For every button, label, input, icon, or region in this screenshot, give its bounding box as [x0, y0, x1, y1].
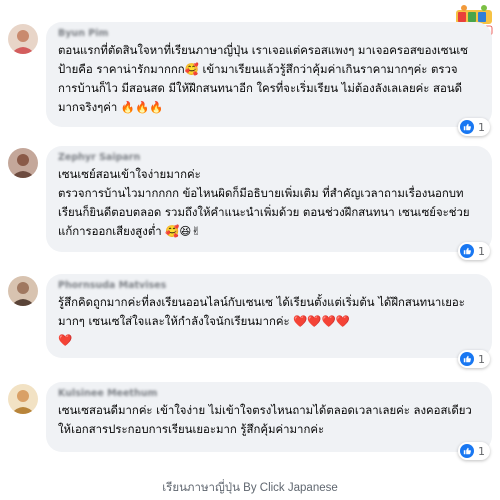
commenter-name[interactable]: Kulsinee Meethum [58, 387, 480, 400]
reaction-badge[interactable]: 1 [458, 442, 490, 460]
reaction-count: 1 [478, 444, 485, 458]
commenter-name[interactable]: Zephyr Saiparn [58, 151, 480, 164]
reaction-count: 1 [478, 120, 485, 134]
comment-bubble: Kulsinee Meethum เซนเซสอนดีมากค่ะ เข้าใจ… [46, 382, 492, 452]
commenter-name[interactable]: Byun Pim [58, 27, 480, 40]
comment-text: เซนเซสอนดีมากค่ะ เข้าใจง่าย ไม่เข้าใจตรง… [58, 403, 476, 436]
comment-bubble: Byun Pim ตอนแรกที่ตัดสินใจหาที่เรียนภาษา… [46, 22, 492, 127]
avatar[interactable] [8, 276, 38, 306]
like-icon [460, 444, 474, 458]
like-icon [460, 244, 474, 258]
comment-bubble: Phornsuda Matvises รู้สึกคิดถูกมากค่ะที่… [46, 274, 492, 358]
reaction-count: 1 [478, 352, 485, 366]
avatar[interactable] [8, 24, 38, 54]
reaction-count: 1 [478, 244, 485, 258]
comment-item: Zephyr Saiparn เซนเซย์สอนเข้าใจง่ายมากค่… [8, 146, 492, 262]
commenter-name[interactable]: Phornsuda Matvises [58, 279, 480, 292]
like-icon [460, 352, 474, 366]
like-icon [460, 120, 474, 134]
reaction-badge[interactable]: 1 [458, 350, 490, 368]
comment-text: รู้สึกคิดถูกมากค่ะที่ลงเรียนออนไลน์กับเซ… [58, 295, 465, 347]
comment-bubble: Zephyr Saiparn เซนเซย์สอนเข้าใจง่ายมากค่… [46, 146, 492, 252]
comment-item: Phornsuda Matvises รู้สึกคิดถูกมากค่ะที่… [8, 274, 492, 372]
comment-item: Byun Pim ตอนแรกที่ตัดสินใจหาที่เรียนภาษา… [8, 22, 492, 136]
avatar[interactable] [8, 384, 38, 414]
reaction-badge[interactable]: 1 [458, 118, 490, 136]
footer-caption: เรียนภาษาญี่ปุ่น By Click Japanese [162, 482, 338, 494]
comment-item: Kulsinee Meethum เซนเซสอนดีมากค่ะ เข้าใจ… [8, 382, 492, 462]
comment-text: เซนเซย์สอนเข้าใจง่ายมากค่ะ ตรวจการบ้านไว… [58, 167, 470, 238]
comment-text: ตอนแรกที่ตัดสินใจหาที่เรียนภาษาญี่ปุ่น เ… [58, 43, 469, 114]
reaction-badge[interactable]: 1 [458, 242, 490, 260]
avatar[interactable] [8, 148, 38, 178]
